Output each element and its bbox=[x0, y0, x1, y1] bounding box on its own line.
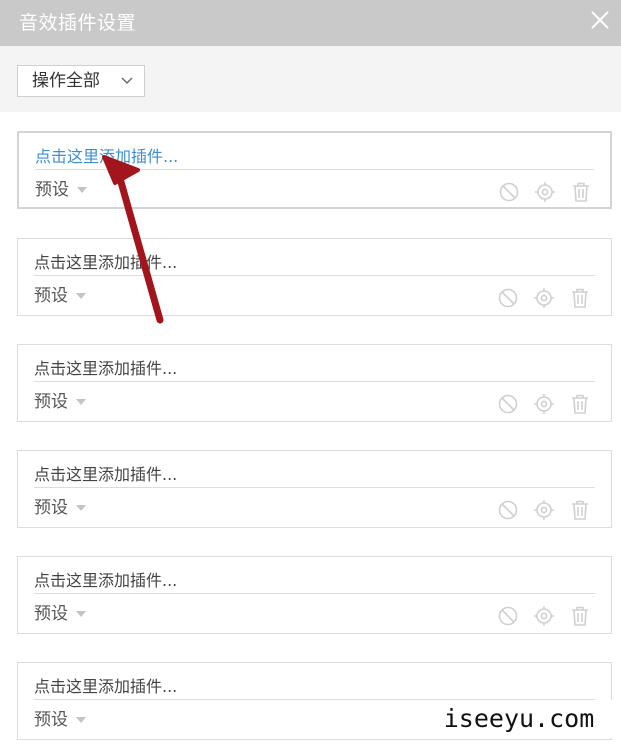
plugin-slot: 点击这里添加插件... 预设 bbox=[17, 344, 612, 422]
divider bbox=[35, 169, 594, 170]
toolbar: 操作全部 bbox=[0, 46, 621, 112]
caret-down-icon bbox=[77, 187, 87, 193]
trash-icon[interactable] bbox=[569, 499, 591, 521]
disable-icon[interactable] bbox=[497, 393, 519, 415]
preset-label: 预设 bbox=[34, 286, 68, 306]
chevron-down-icon bbox=[121, 77, 133, 84]
disable-icon[interactable] bbox=[498, 181, 520, 203]
caret-down-icon bbox=[76, 399, 86, 405]
preset-dropdown[interactable]: 预设 bbox=[34, 599, 86, 624]
add-plugin-link[interactable]: 点击这里添加插件... bbox=[34, 461, 177, 485]
disable-icon[interactable] bbox=[497, 605, 519, 627]
preset-label: 预设 bbox=[34, 710, 68, 730]
caret-down-icon bbox=[76, 717, 86, 723]
preset-dropdown[interactable]: 预设 bbox=[35, 175, 87, 200]
operate-all-dropdown[interactable]: 操作全部 bbox=[17, 65, 145, 97]
divider bbox=[34, 381, 595, 382]
preset-label: 预设 bbox=[34, 498, 68, 518]
divider bbox=[34, 275, 595, 276]
divider bbox=[34, 487, 595, 488]
caret-down-icon bbox=[76, 611, 86, 617]
close-icon[interactable] bbox=[587, 7, 613, 33]
caret-down-icon bbox=[76, 505, 86, 511]
disable-icon[interactable] bbox=[497, 287, 519, 309]
preset-label: 预设 bbox=[34, 604, 68, 624]
add-plugin-link[interactable]: 点击这里添加插件... bbox=[34, 249, 177, 273]
settings-icon[interactable] bbox=[533, 287, 555, 309]
trash-icon[interactable] bbox=[569, 393, 591, 415]
operate-all-label: 操作全部 bbox=[32, 71, 100, 91]
settings-icon[interactable] bbox=[533, 499, 555, 521]
preset-dropdown[interactable]: 预设 bbox=[34, 493, 86, 518]
preset-dropdown[interactable]: 预设 bbox=[34, 281, 86, 306]
window-title: 音效插件设置 bbox=[19, 12, 137, 34]
preset-dropdown[interactable]: 预设 bbox=[34, 387, 86, 412]
disable-icon[interactable] bbox=[497, 499, 519, 521]
settings-icon[interactable] bbox=[534, 181, 556, 203]
title-bar: 音效插件设置 bbox=[0, 0, 621, 46]
trash-icon[interactable] bbox=[570, 181, 592, 203]
caret-down-icon bbox=[76, 293, 86, 299]
plugin-slot: 点击这里添加插件... 预设 bbox=[17, 238, 612, 316]
settings-icon[interactable] bbox=[533, 393, 555, 415]
add-plugin-link[interactable]: 点击这里添加插件... bbox=[34, 673, 177, 697]
plugin-slot: 点击这里添加插件... 预设 bbox=[17, 131, 612, 209]
divider bbox=[34, 593, 595, 594]
plugin-slot: 点击这里添加插件... 预设 bbox=[17, 450, 612, 528]
plugin-slot: 点击这里添加插件... 预设 bbox=[17, 556, 612, 634]
add-plugin-link[interactable]: 点击这里添加插件... bbox=[34, 567, 177, 591]
add-plugin-link[interactable]: 点击这里添加插件... bbox=[34, 355, 177, 379]
preset-label: 预设 bbox=[35, 180, 69, 200]
add-plugin-link[interactable]: 点击这里添加插件... bbox=[35, 143, 178, 167]
settings-icon[interactable] bbox=[533, 605, 555, 627]
preset-label: 预设 bbox=[34, 392, 68, 412]
preset-dropdown[interactable]: 预设 bbox=[34, 705, 86, 730]
trash-icon[interactable] bbox=[569, 287, 591, 309]
trash-icon[interactable] bbox=[569, 605, 591, 627]
watermark: iseeyu.com bbox=[424, 700, 614, 738]
